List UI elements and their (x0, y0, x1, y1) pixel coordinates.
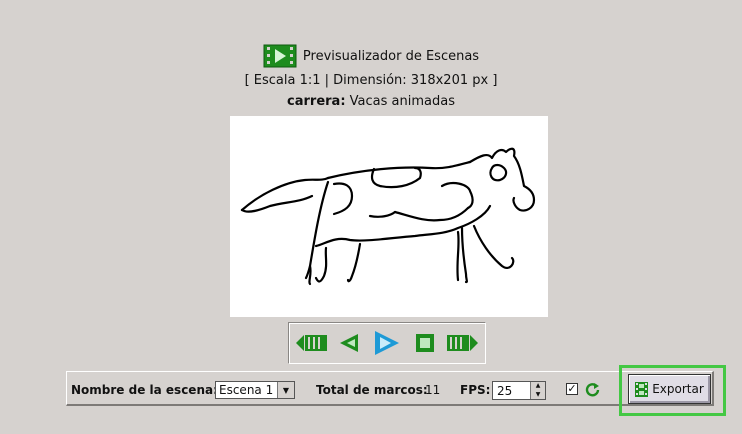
loop-icon (585, 383, 600, 397)
animation-label: carrera: (287, 94, 346, 109)
chevron-down-icon[interactable]: ▼ (277, 382, 294, 398)
previous-frame-icon (340, 334, 359, 352)
film-icon (635, 381, 649, 397)
fps-label: FPS: (460, 383, 491, 397)
rewind-icon (295, 335, 327, 351)
rewind-button[interactable] (295, 329, 329, 357)
export-button-label: Exportar (652, 382, 704, 396)
play-icon (374, 331, 399, 355)
forward-icon (447, 335, 479, 351)
loop-checkbox[interactable]: ✓ (566, 383, 578, 395)
scene-toolbar: Nombre de la escena: Escena 1 ▼ Total de… (66, 371, 714, 406)
fps-value: 25 (497, 384, 513, 398)
animation-info: carrera: Vacas animadas (0, 94, 742, 109)
total-frames-label: Total de marcos: (316, 383, 428, 397)
scale-info: [ Escala 1:1 | Dimensión: 318x201 px ] (244, 73, 498, 88)
total-frames-value: 11 (425, 383, 441, 397)
forward-button[interactable] (445, 329, 479, 357)
scene-select-value: Escena 1 (219, 383, 274, 397)
film-play-icon (263, 44, 297, 68)
stop-icon (415, 334, 434, 352)
export-button[interactable]: Exportar (628, 374, 711, 404)
preview-canvas (230, 116, 548, 317)
increment-icon[interactable]: ▲ (531, 382, 545, 391)
cow-drawing (240, 147, 536, 286)
title-row: Previsualizador de Escenas (0, 44, 742, 68)
previous-frame-button[interactable] (332, 329, 366, 357)
scene-name-label: Nombre de la escena: (71, 383, 218, 397)
stop-button[interactable] (408, 329, 442, 357)
fps-spinner[interactable]: 25 ▲ ▼ (492, 381, 546, 400)
animation-name: Vacas animadas (349, 94, 455, 109)
page-title: Previsualizador de Escenas (302, 48, 480, 64)
scene-select[interactable]: Escena 1 ▼ (215, 381, 295, 399)
decrement-icon[interactable]: ▼ (531, 391, 545, 400)
playback-controls (288, 322, 486, 364)
play-button[interactable] (370, 329, 404, 357)
fps-stepper[interactable]: ▲ ▼ (530, 382, 545, 399)
